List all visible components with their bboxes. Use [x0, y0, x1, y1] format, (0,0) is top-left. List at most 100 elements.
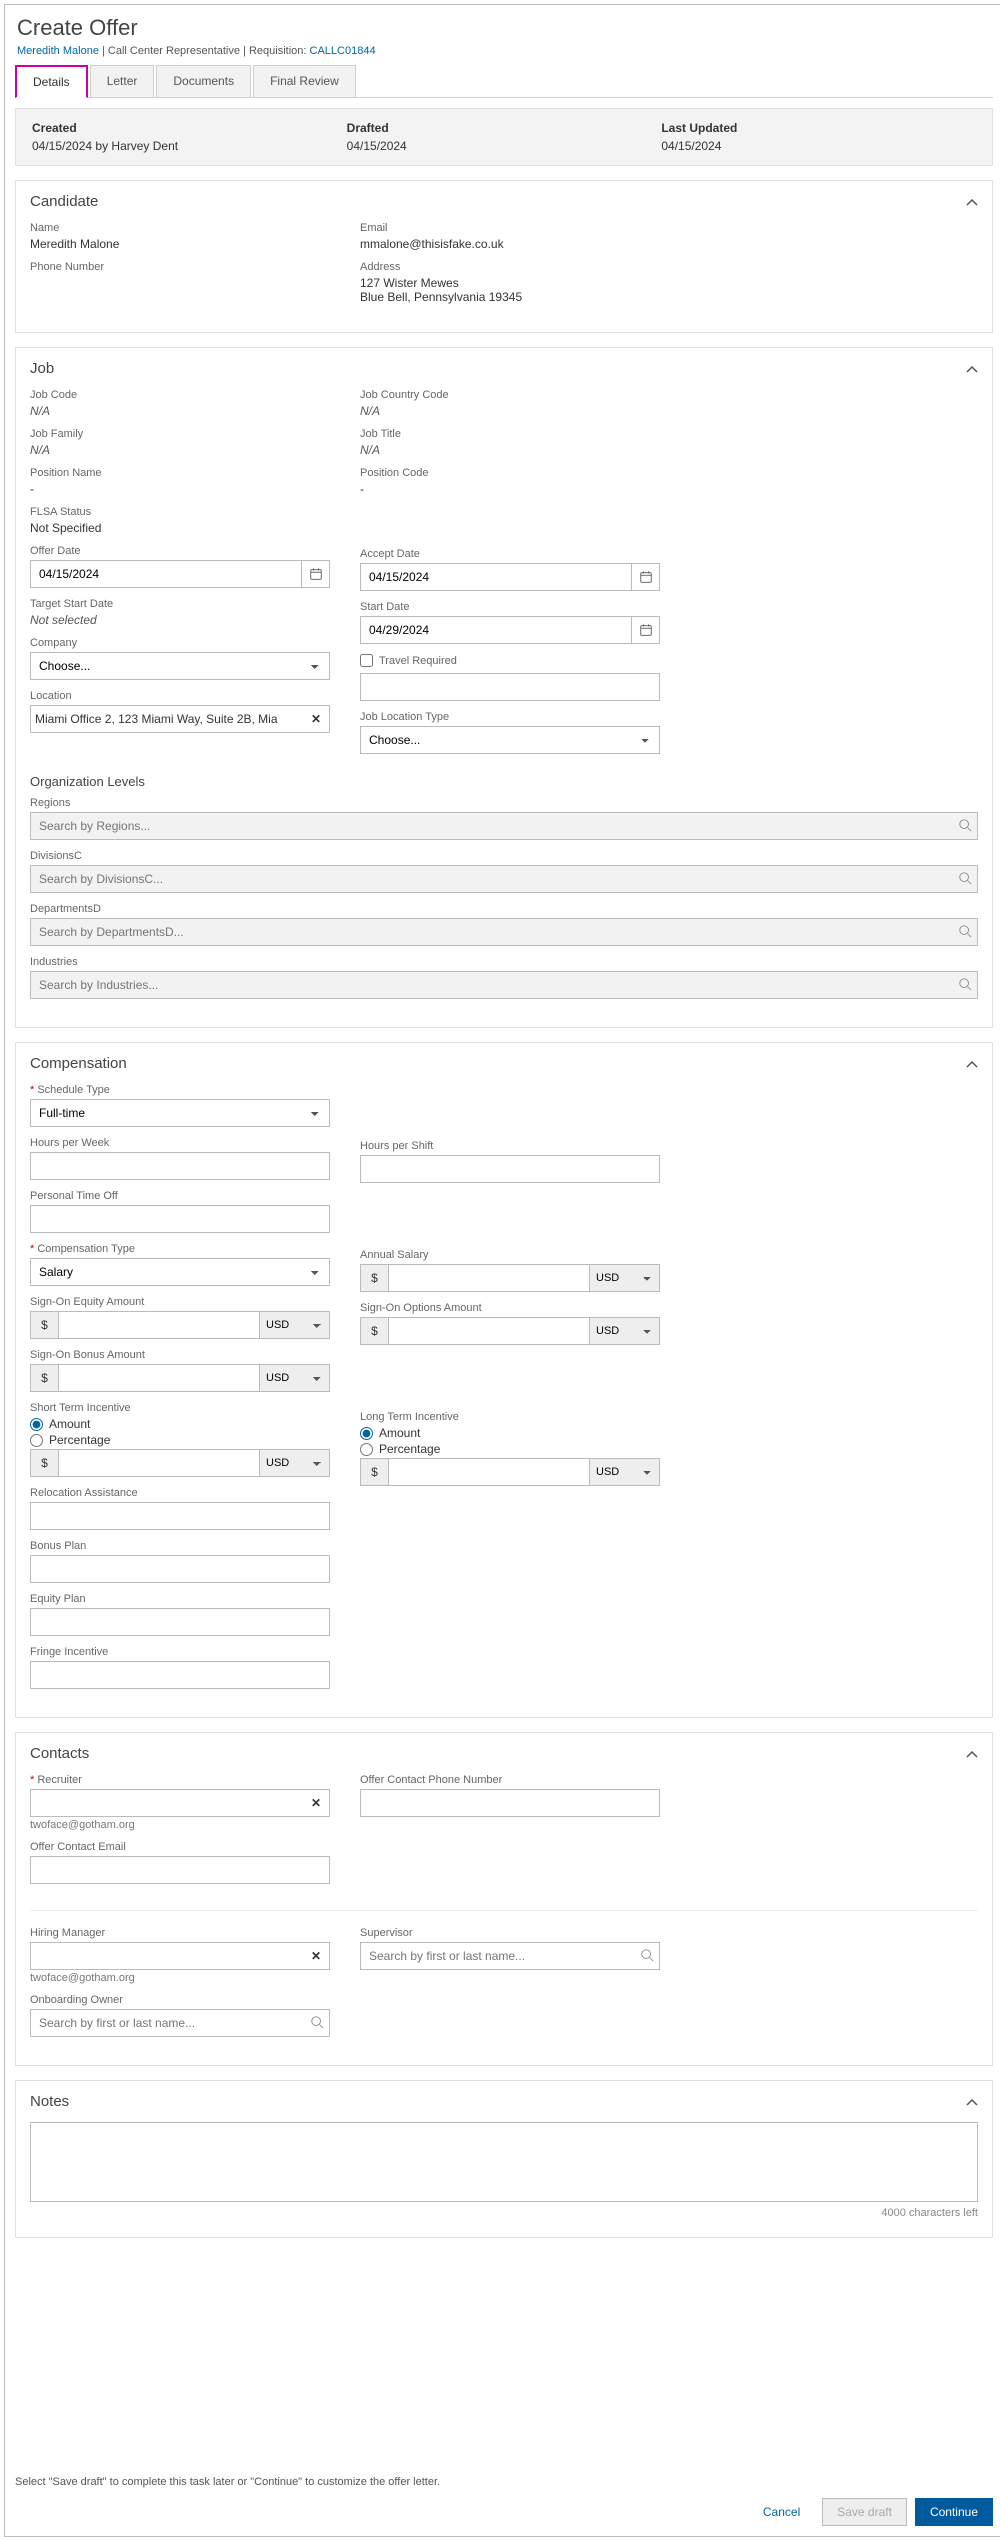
tab-letter[interactable]: Letter — [90, 65, 155, 98]
save-draft-button[interactable]: Save draft — [822, 2498, 907, 2526]
calendar-icon[interactable] — [631, 617, 659, 643]
job-title-value: N/A — [360, 443, 660, 457]
continue-button[interactable]: Continue — [915, 2498, 993, 2526]
accept-date-input[interactable] — [360, 563, 660, 591]
annual-salary-currency[interactable]: USD — [590, 1264, 660, 1292]
pto-label: Personal Time Off — [30, 1190, 330, 1202]
hiring-manager-input[interactable]: ✕ — [30, 1942, 330, 1970]
regions-search[interactable] — [30, 812, 978, 840]
relo-input[interactable] — [30, 1502, 330, 1530]
status-updated-label: Last Updated — [661, 121, 976, 135]
position-name-value: - — [30, 482, 330, 496]
company-select[interactable]: Choose... — [30, 652, 330, 680]
panel-candidate: Candidate NameMeredith Malone Phone Numb… — [15, 180, 993, 333]
job-location-type-select[interactable]: Choose... — [360, 726, 660, 754]
offer-phone-input[interactable] — [360, 1789, 660, 1817]
sti-amount-input[interactable] — [58, 1449, 260, 1477]
breadcrumb-candidate-link[interactable]: Meredith Malone — [17, 45, 99, 57]
chevron-up-icon[interactable] — [966, 195, 978, 209]
recruiter-input[interactable]: ✕ — [30, 1789, 330, 1817]
signon-options-currency[interactable]: USD — [590, 1317, 660, 1345]
annual-salary-input[interactable] — [388, 1264, 590, 1292]
offer-date-input[interactable] — [30, 560, 330, 588]
travel-required-checkbox[interactable] — [360, 654, 373, 667]
lti-amount-label: Amount — [379, 1426, 420, 1440]
tab-details[interactable]: Details — [15, 65, 88, 98]
close-icon[interactable]: ✕ — [307, 1796, 325, 1810]
signon-equity-input[interactable] — [58, 1311, 260, 1339]
chevron-up-icon[interactable] — [966, 2095, 978, 2109]
search-icon — [958, 924, 972, 941]
signon-equity-currency[interactable]: USD — [260, 1311, 330, 1339]
breadcrumb-req-label: Requisition: — [249, 45, 306, 57]
candidate-address-label: Address — [360, 261, 660, 273]
lti-amount-radio[interactable] — [360, 1427, 373, 1440]
sti-amount-radio[interactable] — [30, 1418, 43, 1431]
panel-title-candidate: Candidate — [30, 193, 98, 210]
flsa-value: Not Specified — [30, 521, 330, 535]
equity-plan-label: Equity Plan — [30, 1593, 330, 1605]
signon-bonus-input[interactable] — [58, 1364, 260, 1392]
currency-prefix: $ — [30, 1311, 58, 1339]
close-icon[interactable]: ✕ — [307, 1949, 325, 1963]
panel-title-compensation: Compensation — [30, 1055, 127, 1072]
close-icon[interactable]: ✕ — [307, 712, 325, 726]
tab-documents[interactable]: Documents — [156, 65, 251, 98]
signon-bonus-currency[interactable]: USD — [260, 1364, 330, 1392]
industries-search[interactable] — [30, 971, 978, 999]
sti-currency[interactable]: USD — [260, 1449, 330, 1477]
panel-notes: Notes 4000 characters left — [15, 2080, 993, 2238]
chevron-up-icon[interactable] — [966, 1057, 978, 1071]
onboarding-owner-label: Onboarding Owner — [30, 1994, 330, 2006]
equity-plan-input[interactable] — [30, 1608, 330, 1636]
location-tag-text: Miami Office 2, 123 Miami Way, Suite 2B,… — [35, 712, 301, 726]
hpw-label: Hours per Week — [30, 1137, 330, 1149]
comp-type-select[interactable]: Salary — [30, 1258, 330, 1286]
hiring-manager-email: twoface@gotham.org — [30, 1972, 330, 1984]
flsa-label: FLSA Status — [30, 506, 330, 518]
divisions-search[interactable] — [30, 865, 978, 893]
org-levels-title: Organization Levels — [30, 774, 978, 789]
lti-percentage-radio[interactable] — [360, 1443, 373, 1456]
cancel-button[interactable]: Cancel — [749, 2498, 814, 2526]
signon-options-input[interactable] — [388, 1317, 590, 1345]
offer-email-input[interactable] — [30, 1856, 330, 1884]
location-input[interactable]: Miami Office 2, 123 Miami Way, Suite 2B,… — [30, 705, 330, 733]
breadcrumb-requisition-link[interactable]: CALLC01844 — [310, 45, 376, 57]
hiring-manager-label: Hiring Manager — [30, 1927, 330, 1939]
tab-final-review[interactable]: Final Review — [253, 65, 356, 98]
sti-percentage-radio[interactable] — [30, 1434, 43, 1447]
chevron-up-icon[interactable] — [966, 362, 978, 376]
schedule-type-select[interactable]: Full-time — [30, 1099, 330, 1127]
hpw-input[interactable] — [30, 1152, 330, 1180]
calendar-icon[interactable] — [631, 564, 659, 590]
chevron-up-icon[interactable] — [966, 1747, 978, 1761]
position-code-value: - — [360, 482, 660, 496]
panel-title-contacts: Contacts — [30, 1745, 89, 1762]
supervisor-search[interactable] — [360, 1942, 660, 1970]
bonus-plan-input[interactable] — [30, 1555, 330, 1583]
candidate-name-value: Meredith Malone — [30, 237, 330, 251]
departments-search[interactable] — [30, 918, 978, 946]
target-start-value: Not selected — [30, 613, 330, 627]
page-title: Create Offer — [17, 15, 993, 41]
candidate-phone-label: Phone Number — [30, 261, 330, 273]
status-drafted-label: Drafted — [347, 121, 662, 135]
breadcrumb: Meredith Malone | Call Center Representa… — [17, 45, 993, 57]
offer-email-label: Offer Contact Email — [30, 1841, 330, 1853]
onboarding-owner-search[interactable] — [30, 2009, 330, 2037]
panel-job: Job Job CodeN/A Job FamilyN/A Position N… — [15, 347, 993, 1028]
signon-options-label: Sign-On Options Amount — [360, 1302, 660, 1314]
calendar-icon[interactable] — [301, 561, 329, 587]
lti-currency[interactable]: USD — [590, 1458, 660, 1486]
status-created-label: Created — [32, 121, 347, 135]
fringe-input[interactable] — [30, 1661, 330, 1689]
comp-type-label: Compensation Type — [30, 1243, 330, 1255]
hps-input[interactable] — [360, 1155, 660, 1183]
lti-amount-input[interactable] — [388, 1458, 590, 1486]
pto-input[interactable] — [30, 1205, 330, 1233]
notes-textarea[interactable] — [30, 2122, 978, 2202]
travel-required-input[interactable] — [360, 673, 660, 701]
currency-prefix: $ — [30, 1364, 58, 1392]
start-date-input[interactable] — [360, 616, 660, 644]
